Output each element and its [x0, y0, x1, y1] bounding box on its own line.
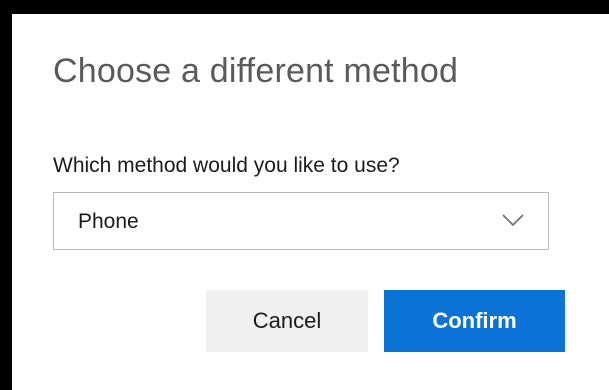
- method-select-value: Phone: [78, 210, 139, 233]
- method-question-label: Which method would you like to use?: [53, 154, 400, 177]
- method-select[interactable]: Phone: [53, 192, 549, 250]
- dialog-title: Choose a different method: [53, 52, 459, 90]
- confirm-button[interactable]: Confirm: [384, 290, 565, 352]
- choose-method-dialog: Choose a different method Which method w…: [12, 14, 609, 390]
- chevron-down-icon: [502, 214, 524, 227]
- cancel-button[interactable]: Cancel: [206, 290, 368, 352]
